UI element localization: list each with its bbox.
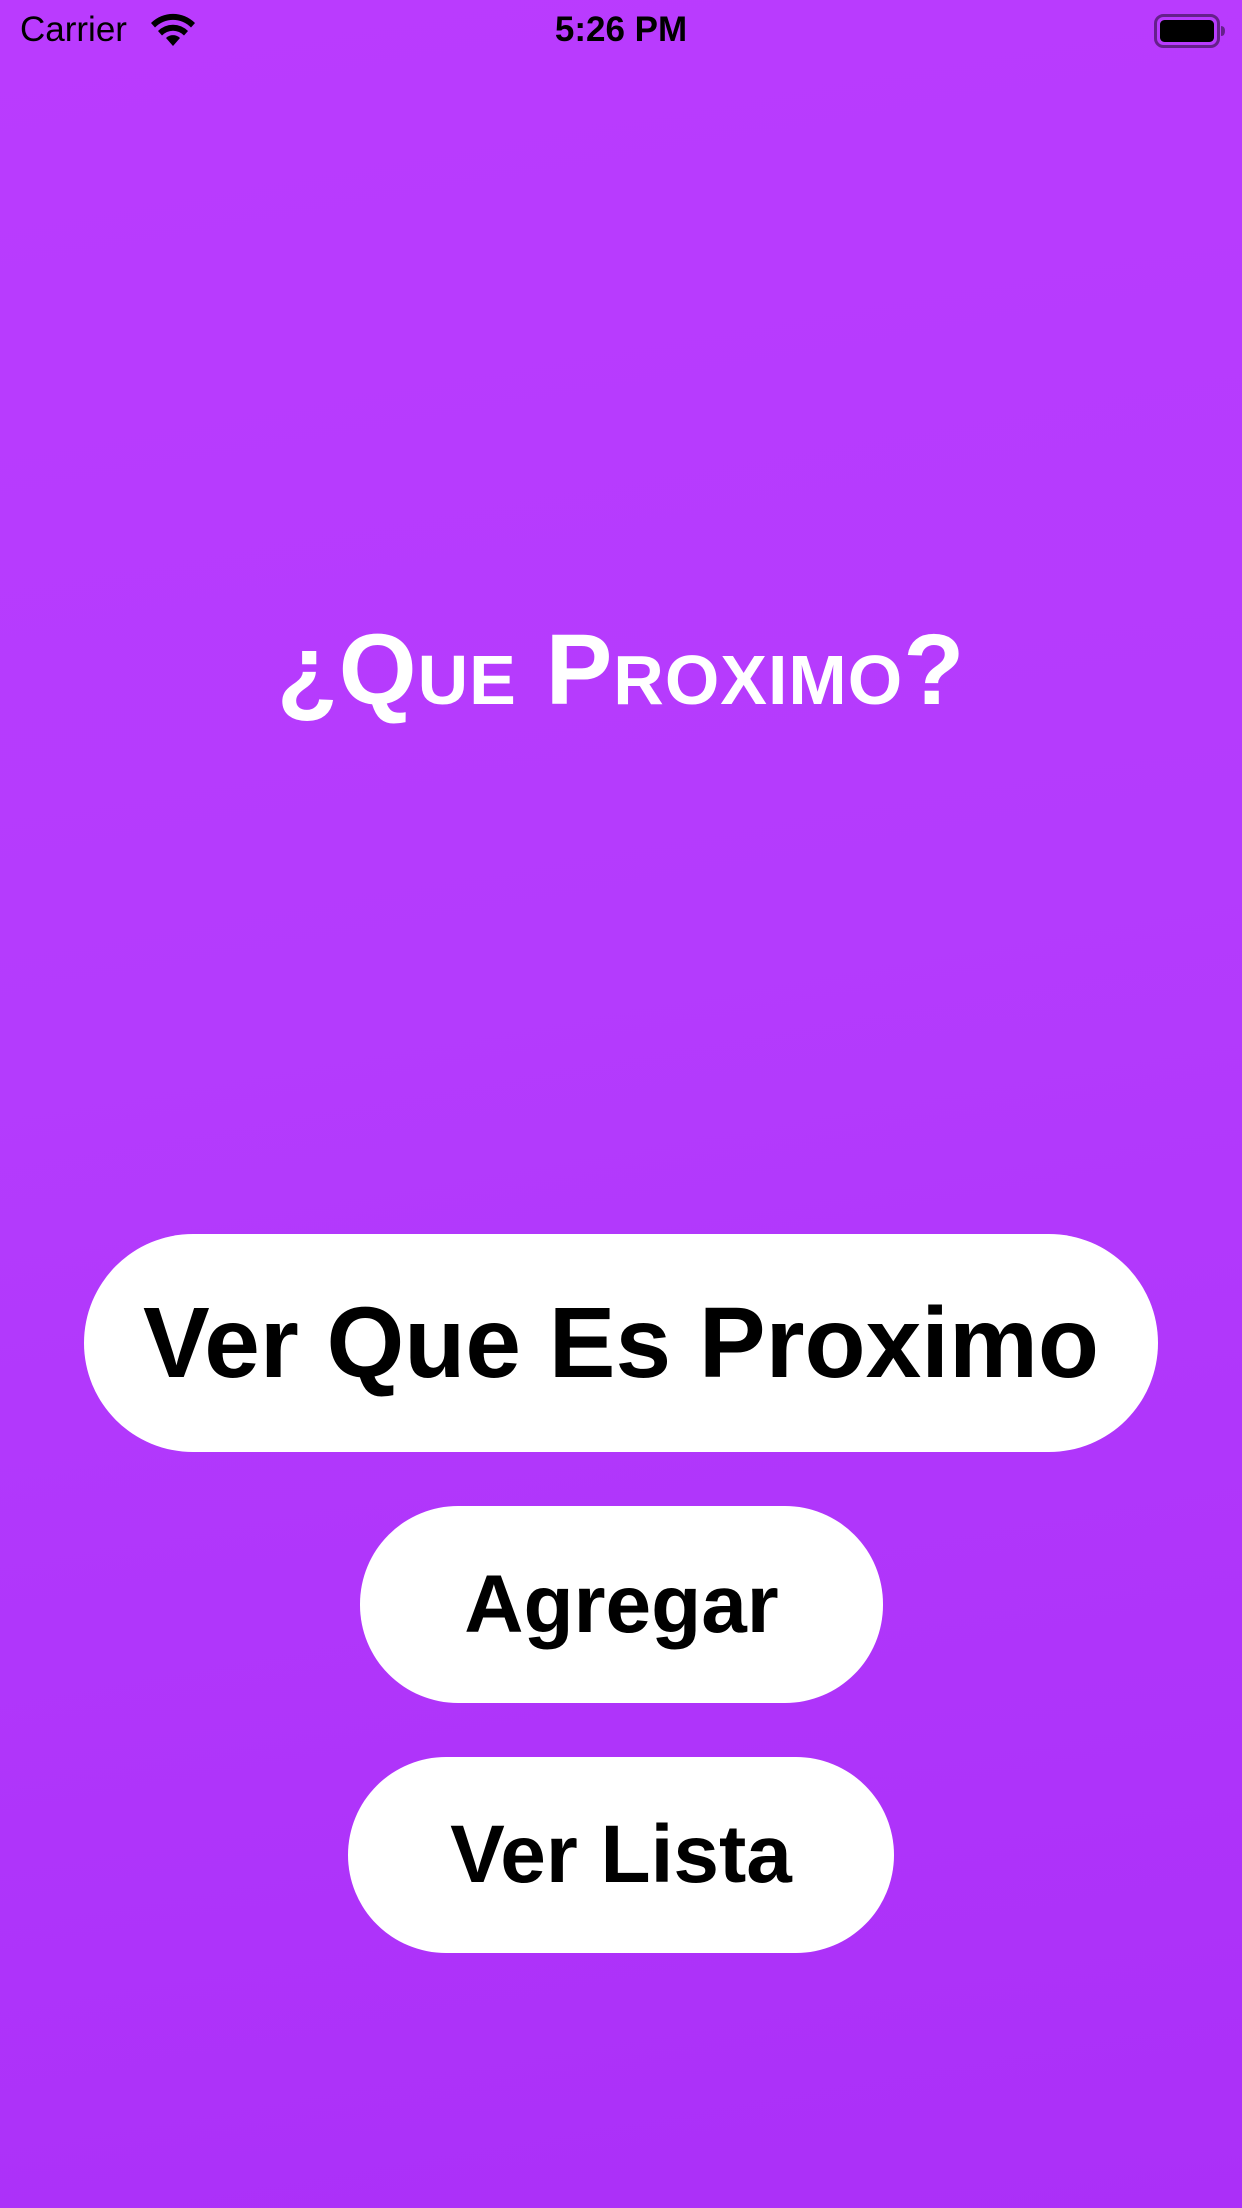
page-title: ¿Que Proximo?: [276, 614, 966, 726]
status-bar: Carrier 5:26 PM: [0, 0, 1242, 60]
add-button[interactable]: Agregar: [360, 1506, 883, 1703]
view-list-button[interactable]: Ver Lista: [348, 1757, 894, 1953]
see-next-button[interactable]: Ver Que Es Proximo: [84, 1234, 1158, 1452]
status-time: 5:26 PM: [554, 10, 688, 49]
battery-icon: [1154, 14, 1225, 48]
